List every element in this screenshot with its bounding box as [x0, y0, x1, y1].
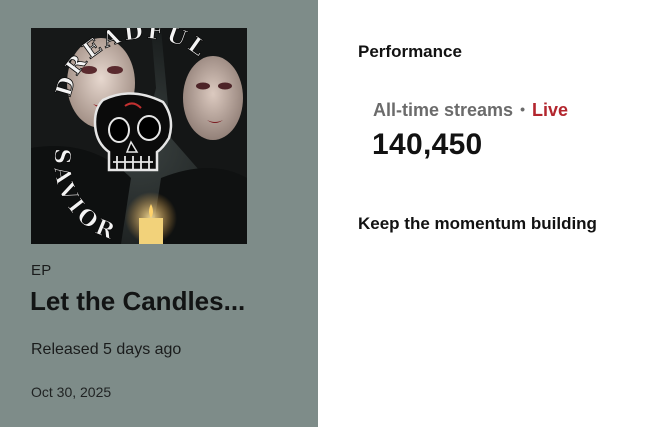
live-badge: Live — [531, 100, 568, 120]
release-panel: DREADFUL SAVIOR EP Let the Candles... Re… — [0, 0, 318, 427]
separator-dot: • — [520, 101, 525, 117]
release-title[interactable]: Let the Candles... — [30, 286, 300, 317]
release-type: EP — [31, 262, 52, 279]
album-cover[interactable]: DREADFUL SAVIOR — [31, 28, 247, 244]
momentum-heading: Keep the momentum building — [358, 214, 597, 233]
release-date: Oct 30, 2025 — [31, 384, 112, 400]
performance-heading: Performance — [358, 42, 462, 61]
release-status: Released 5 days ago — [31, 341, 182, 358]
album-cover-art: DREADFUL SAVIOR — [31, 28, 247, 244]
streams-label-row: All-time streams • Live — [373, 100, 568, 121]
streams-count: 140,450 — [372, 128, 483, 161]
streams-label: All-time streams — [373, 100, 514, 120]
